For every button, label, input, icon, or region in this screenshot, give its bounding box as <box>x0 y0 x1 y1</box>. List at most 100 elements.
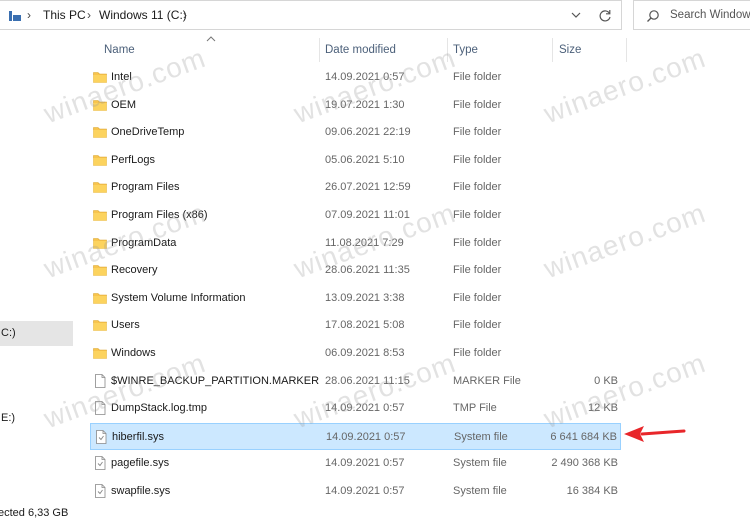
folder-icon <box>93 292 107 304</box>
file-name: PerfLogs <box>111 153 156 166</box>
column-divider[interactable] <box>319 38 320 62</box>
column-divider[interactable] <box>626 38 627 62</box>
this-pc-icon <box>9 11 21 21</box>
file-type: File folder <box>453 209 502 221</box>
file-name: ProgramData <box>111 236 177 249</box>
file-name: OEM <box>111 98 137 111</box>
file-name: Program Files <box>111 181 180 194</box>
folder-icon <box>93 265 107 276</box>
file-date-modified: 28.06.2021 11:15 <box>325 374 410 387</box>
file-row[interactable]: Program Files 26.07.2021 12:59 File folder <box>90 174 621 201</box>
file-row[interactable]: OneDriveTemp 09.06.2021 22:19 File folder <box>90 119 621 146</box>
file-type: File folder <box>453 291 502 304</box>
address-box[interactable]: › This PC › Windows 11 (C:) › <box>0 0 622 30</box>
file-name: swapfile.sys <box>111 485 171 497</box>
file-name: Users <box>111 319 140 332</box>
annotation-arrow-icon <box>624 426 686 442</box>
file-name: $WINRE_BACKUP_PARTITION.MARKER <box>111 374 320 387</box>
file-row-selected[interactable]: hiberfil.sys 14.09.2021 0:57 System file 6 … <box>90 422 621 450</box>
refresh-icon[interactable] <box>596 7 614 25</box>
file-row[interactable]: System Volume Information 13.09.2021 3:38… <box>90 285 621 312</box>
folder-icon <box>93 127 107 138</box>
file-row[interactable]: DumpStack.log.tmp 14.09.2021 0:57 TMP File… <box>90 395 621 422</box>
column-header-size[interactable]: Size <box>559 44 581 56</box>
file-icon <box>95 401 106 416</box>
column-headers: Name Date modified Type Size <box>90 36 630 64</box>
breadcrumb-this-pc[interactable]: This PC <box>43 8 86 22</box>
file-date-modified: 09.06.2021 22:19 <box>325 126 411 139</box>
file-row[interactable]: Recovery 28.06.2021 11:35 File folder <box>90 257 621 284</box>
file-size: 6 641 684 KB <box>550 430 617 443</box>
file-icon <box>95 373 106 388</box>
file-type: System file <box>454 430 508 443</box>
file-type: File folder <box>453 347 502 359</box>
file-date-modified: 14.09.2021 0:57 <box>325 485 405 497</box>
file-date-modified: 14.09.2021 0:57 <box>325 457 405 470</box>
file-type: File folder <box>453 264 502 277</box>
folder-icon <box>93 320 107 332</box>
nav-item-c-drive[interactable]: C:) <box>1 327 16 339</box>
file-type: System file <box>453 457 507 470</box>
file-row[interactable]: $WINRE_BACKUP_PARTITION.MARKER 28.06.2021… <box>90 368 621 395</box>
file-size: 2 490 368 KB <box>551 457 618 470</box>
status-bar-text: ected 6,33 GB <box>0 507 69 519</box>
file-date-modified: 11.08.2021 7:29 <box>325 236 404 249</box>
file-name: pagefile.sys <box>111 457 170 470</box>
file-row[interactable]: pagefile.sys 14.09.2021 0:57 System file 2 … <box>90 450 621 477</box>
file-date-modified: 07.09.2021 11:01 <box>325 209 410 221</box>
search-input[interactable]: Search Windows <box>670 9 750 21</box>
file-date-modified: 13.09.2021 3:38 <box>325 291 405 304</box>
system-file-icon <box>96 429 107 444</box>
file-row[interactable]: swapfile.sys 14.09.2021 0:57 System file 16… <box>90 478 621 505</box>
file-name: Intel <box>111 71 132 83</box>
file-type: File folder <box>453 181 502 194</box>
folder-icon <box>93 182 107 194</box>
file-date-modified: 19.07.2021 1:30 <box>325 98 405 111</box>
file-type: File folder <box>453 319 502 332</box>
folder-icon <box>93 348 107 359</box>
file-row[interactable]: Intel 14.09.2021 0:57 File folder <box>90 64 621 91</box>
chevron-down-icon[interactable] <box>568 7 584 23</box>
file-date-modified: 28.06.2021 11:35 <box>325 264 410 277</box>
file-row[interactable]: Program Files (x86) 07.09.2021 11:01 File … <box>90 202 621 229</box>
column-divider[interactable] <box>552 38 553 62</box>
file-type: System file <box>453 485 507 497</box>
file-date-modified: 14.09.2021 0:57 <box>325 71 405 83</box>
file-name: System Volume Information <box>111 291 246 304</box>
file-name: hiberfil.sys <box>112 430 164 443</box>
file-type: File folder <box>453 98 502 111</box>
folder-icon <box>93 154 107 166</box>
breadcrumb-separator-icon[interactable]: › <box>183 8 187 22</box>
file-type: MARKER File <box>453 374 521 387</box>
search-box[interactable]: Search Windows <box>633 0 750 30</box>
address-bar: › This PC › Windows 11 (C:) › Search Win… <box>0 0 750 34</box>
file-date-modified: 26.07.2021 12:59 <box>325 181 411 194</box>
file-name: Program Files (x86) <box>111 209 208 221</box>
nav-item-e-drive[interactable]: E:) <box>1 412 15 424</box>
file-name: OneDriveTemp <box>111 126 185 139</box>
file-name: DumpStack.log.tmp <box>111 402 207 415</box>
breadcrumb-drive[interactable]: Windows 11 (C:) <box>99 8 187 22</box>
file-type: File folder <box>453 126 502 139</box>
column-header-name[interactable]: Name <box>104 44 135 56</box>
search-icon <box>647 10 659 22</box>
file-date-modified: 17.08.2021 5:08 <box>325 319 405 332</box>
column-divider[interactable] <box>447 38 448 62</box>
folder-icon <box>93 72 107 83</box>
file-row[interactable]: PerfLogs 05.06.2021 5:10 File folder <box>90 147 621 174</box>
breadcrumb-separator-icon: › <box>27 8 31 22</box>
file-row[interactable]: Users 17.08.2021 5:08 File folder <box>90 312 621 339</box>
column-header-type[interactable]: Type <box>453 44 478 56</box>
breadcrumb-separator-icon: › <box>87 8 91 22</box>
file-type: File folder <box>453 236 502 249</box>
sort-ascending-icon <box>206 36 216 42</box>
file-row[interactable]: OEM 19.07.2021 1:30 File folder <box>90 92 621 119</box>
file-date-modified: 06.09.2021 8:53 <box>325 347 405 359</box>
system-file-icon <box>95 456 106 471</box>
column-header-date[interactable]: Date modified <box>325 44 396 56</box>
file-size: 12 KB <box>588 402 618 415</box>
file-row[interactable]: ProgramData 11.08.2021 7:29 File folder <box>90 230 621 257</box>
file-size: 16 384 KB <box>566 485 618 497</box>
file-type: TMP File <box>453 402 497 415</box>
file-row[interactable]: Windows 06.09.2021 8:53 File folder <box>90 340 621 367</box>
